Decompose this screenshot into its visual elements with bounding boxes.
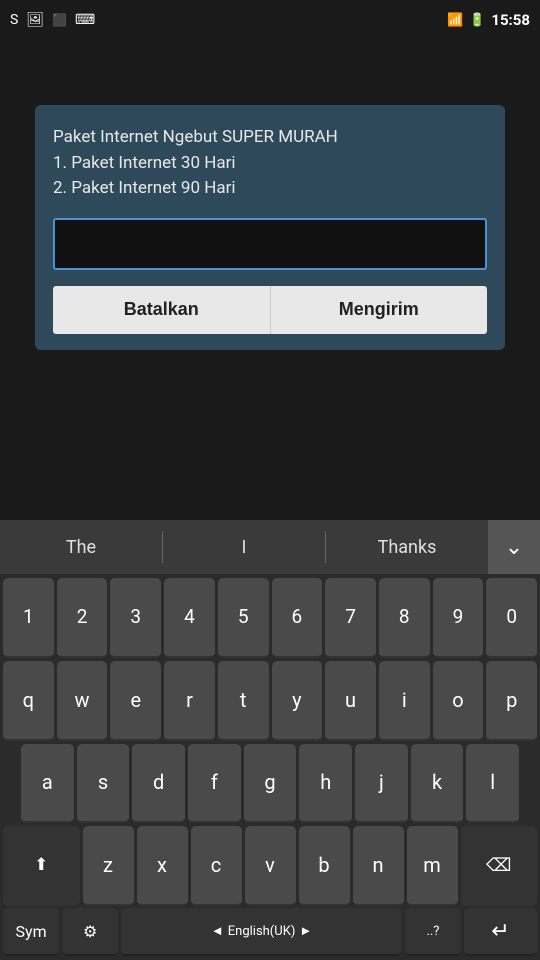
number-row: 1 2 3 4 5 6 7 8 9 0 xyxy=(3,578,537,658)
keyboard-icon: ⌨ xyxy=(75,12,95,28)
key-h[interactable]: h xyxy=(299,744,352,824)
cancel-button[interactable]: Batalkan xyxy=(53,286,271,334)
sym-key[interactable]: Sym xyxy=(3,908,59,956)
qwerty-row: q w e r t y u i o p xyxy=(3,661,537,741)
key-l[interactable]: l xyxy=(466,744,519,824)
key-0[interactable]: 0 xyxy=(486,578,537,658)
dialog-buttons: Batalkan Mengirim xyxy=(53,286,487,334)
key-c[interactable]: c xyxy=(191,826,242,906)
key-w[interactable]: w xyxy=(57,661,108,741)
suggestion-the[interactable]: The xyxy=(0,520,162,574)
status-right-icons: 📶 🔋 15:58 xyxy=(447,11,530,29)
key-q[interactable]: q xyxy=(3,661,54,741)
dialog: Paket Internet Ngebut SUPER MURAH 1. Pak… xyxy=(35,105,505,350)
key-v[interactable]: v xyxy=(245,826,296,906)
bbm-icon: ⬛ xyxy=(52,13,67,27)
backspace-key[interactable]: ⌫ xyxy=(461,826,538,906)
samsung-icon: S xyxy=(10,12,18,28)
key-e[interactable]: e xyxy=(110,661,161,741)
next-lang-icon: ► xyxy=(299,923,312,939)
battery-icon: 🔋 xyxy=(469,13,485,28)
key-f[interactable]: f xyxy=(188,744,241,824)
key-8[interactable]: 8 xyxy=(379,578,430,658)
key-9[interactable]: 9 xyxy=(433,578,484,658)
key-1[interactable]: 1 xyxy=(3,578,54,658)
suggestions-bar: The I Thanks ⌄ xyxy=(0,520,540,574)
key-k[interactable]: k xyxy=(411,744,464,824)
send-button[interactable]: Mengirim xyxy=(271,286,488,334)
keyboard-area: The I Thanks ⌄ 1 2 3 4 5 6 7 8 9 0 q w e… xyxy=(0,520,540,960)
key-i[interactable]: i xyxy=(379,661,430,741)
period-key[interactable]: ..? xyxy=(405,908,461,956)
key-y[interactable]: y xyxy=(272,661,323,741)
shift-key[interactable]: ⬆ xyxy=(3,826,80,906)
key-6[interactable]: 6 xyxy=(272,578,323,658)
dialog-message: Paket Internet Ngebut SUPER MURAH 1. Pak… xyxy=(53,125,487,202)
key-b[interactable]: b xyxy=(299,826,350,906)
key-z[interactable]: z xyxy=(83,826,134,906)
key-5[interactable]: 5 xyxy=(218,578,269,658)
image-icon: 🖼 xyxy=(26,12,44,28)
enter-key[interactable]: ↵ xyxy=(464,908,537,956)
key-j[interactable]: j xyxy=(355,744,408,824)
bottom-row: Sym ⚙ ◄ English(UK) ► ..? ↵ xyxy=(0,908,540,960)
status-left-icons: S 🖼 ⬛ ⌨ xyxy=(10,12,95,28)
key-m[interactable]: m xyxy=(407,826,458,906)
key-7[interactable]: 7 xyxy=(325,578,376,658)
prev-lang-icon: ◄ xyxy=(211,923,224,939)
key-t[interactable]: t xyxy=(218,661,269,741)
key-s[interactable]: s xyxy=(77,744,130,824)
keyboard-rows: 1 2 3 4 5 6 7 8 9 0 q w e r t y u i o p … xyxy=(0,574,540,908)
asdf-row: a s d f g h j k l xyxy=(3,744,537,824)
key-p[interactable]: p xyxy=(486,661,537,741)
language-space-bar[interactable]: ◄ English(UK) ► xyxy=(121,908,402,956)
dialog-input[interactable] xyxy=(53,218,487,270)
main-area: Paket Internet Ngebut SUPER MURAH 1. Pak… xyxy=(0,40,540,520)
zxcv-row: ⬆ z x c v b n m ⌫ xyxy=(3,826,537,906)
key-a[interactable]: a xyxy=(21,744,74,824)
key-r[interactable]: r xyxy=(164,661,215,741)
key-2[interactable]: 2 xyxy=(57,578,108,658)
clock: 15:58 xyxy=(491,11,530,29)
key-u[interactable]: u xyxy=(325,661,376,741)
key-4[interactable]: 4 xyxy=(164,578,215,658)
status-bar: S 🖼 ⬛ ⌨ 📶 🔋 15:58 xyxy=(0,0,540,40)
language-label: English(UK) xyxy=(228,924,296,939)
suggestion-thanks[interactable]: Thanks xyxy=(326,520,488,574)
signal-icon: 📶 xyxy=(447,13,463,28)
key-n[interactable]: n xyxy=(353,826,404,906)
key-3[interactable]: 3 xyxy=(110,578,161,658)
suggestion-i[interactable]: I xyxy=(163,520,325,574)
key-g[interactable]: g xyxy=(244,744,297,824)
expand-suggestions-button[interactable]: ⌄ xyxy=(488,520,540,574)
key-o[interactable]: o xyxy=(433,661,484,741)
settings-key[interactable]: ⚙ xyxy=(62,908,118,956)
key-x[interactable]: x xyxy=(137,826,188,906)
backspace-icon: ⌫ xyxy=(486,855,511,876)
key-d[interactable]: d xyxy=(132,744,185,824)
